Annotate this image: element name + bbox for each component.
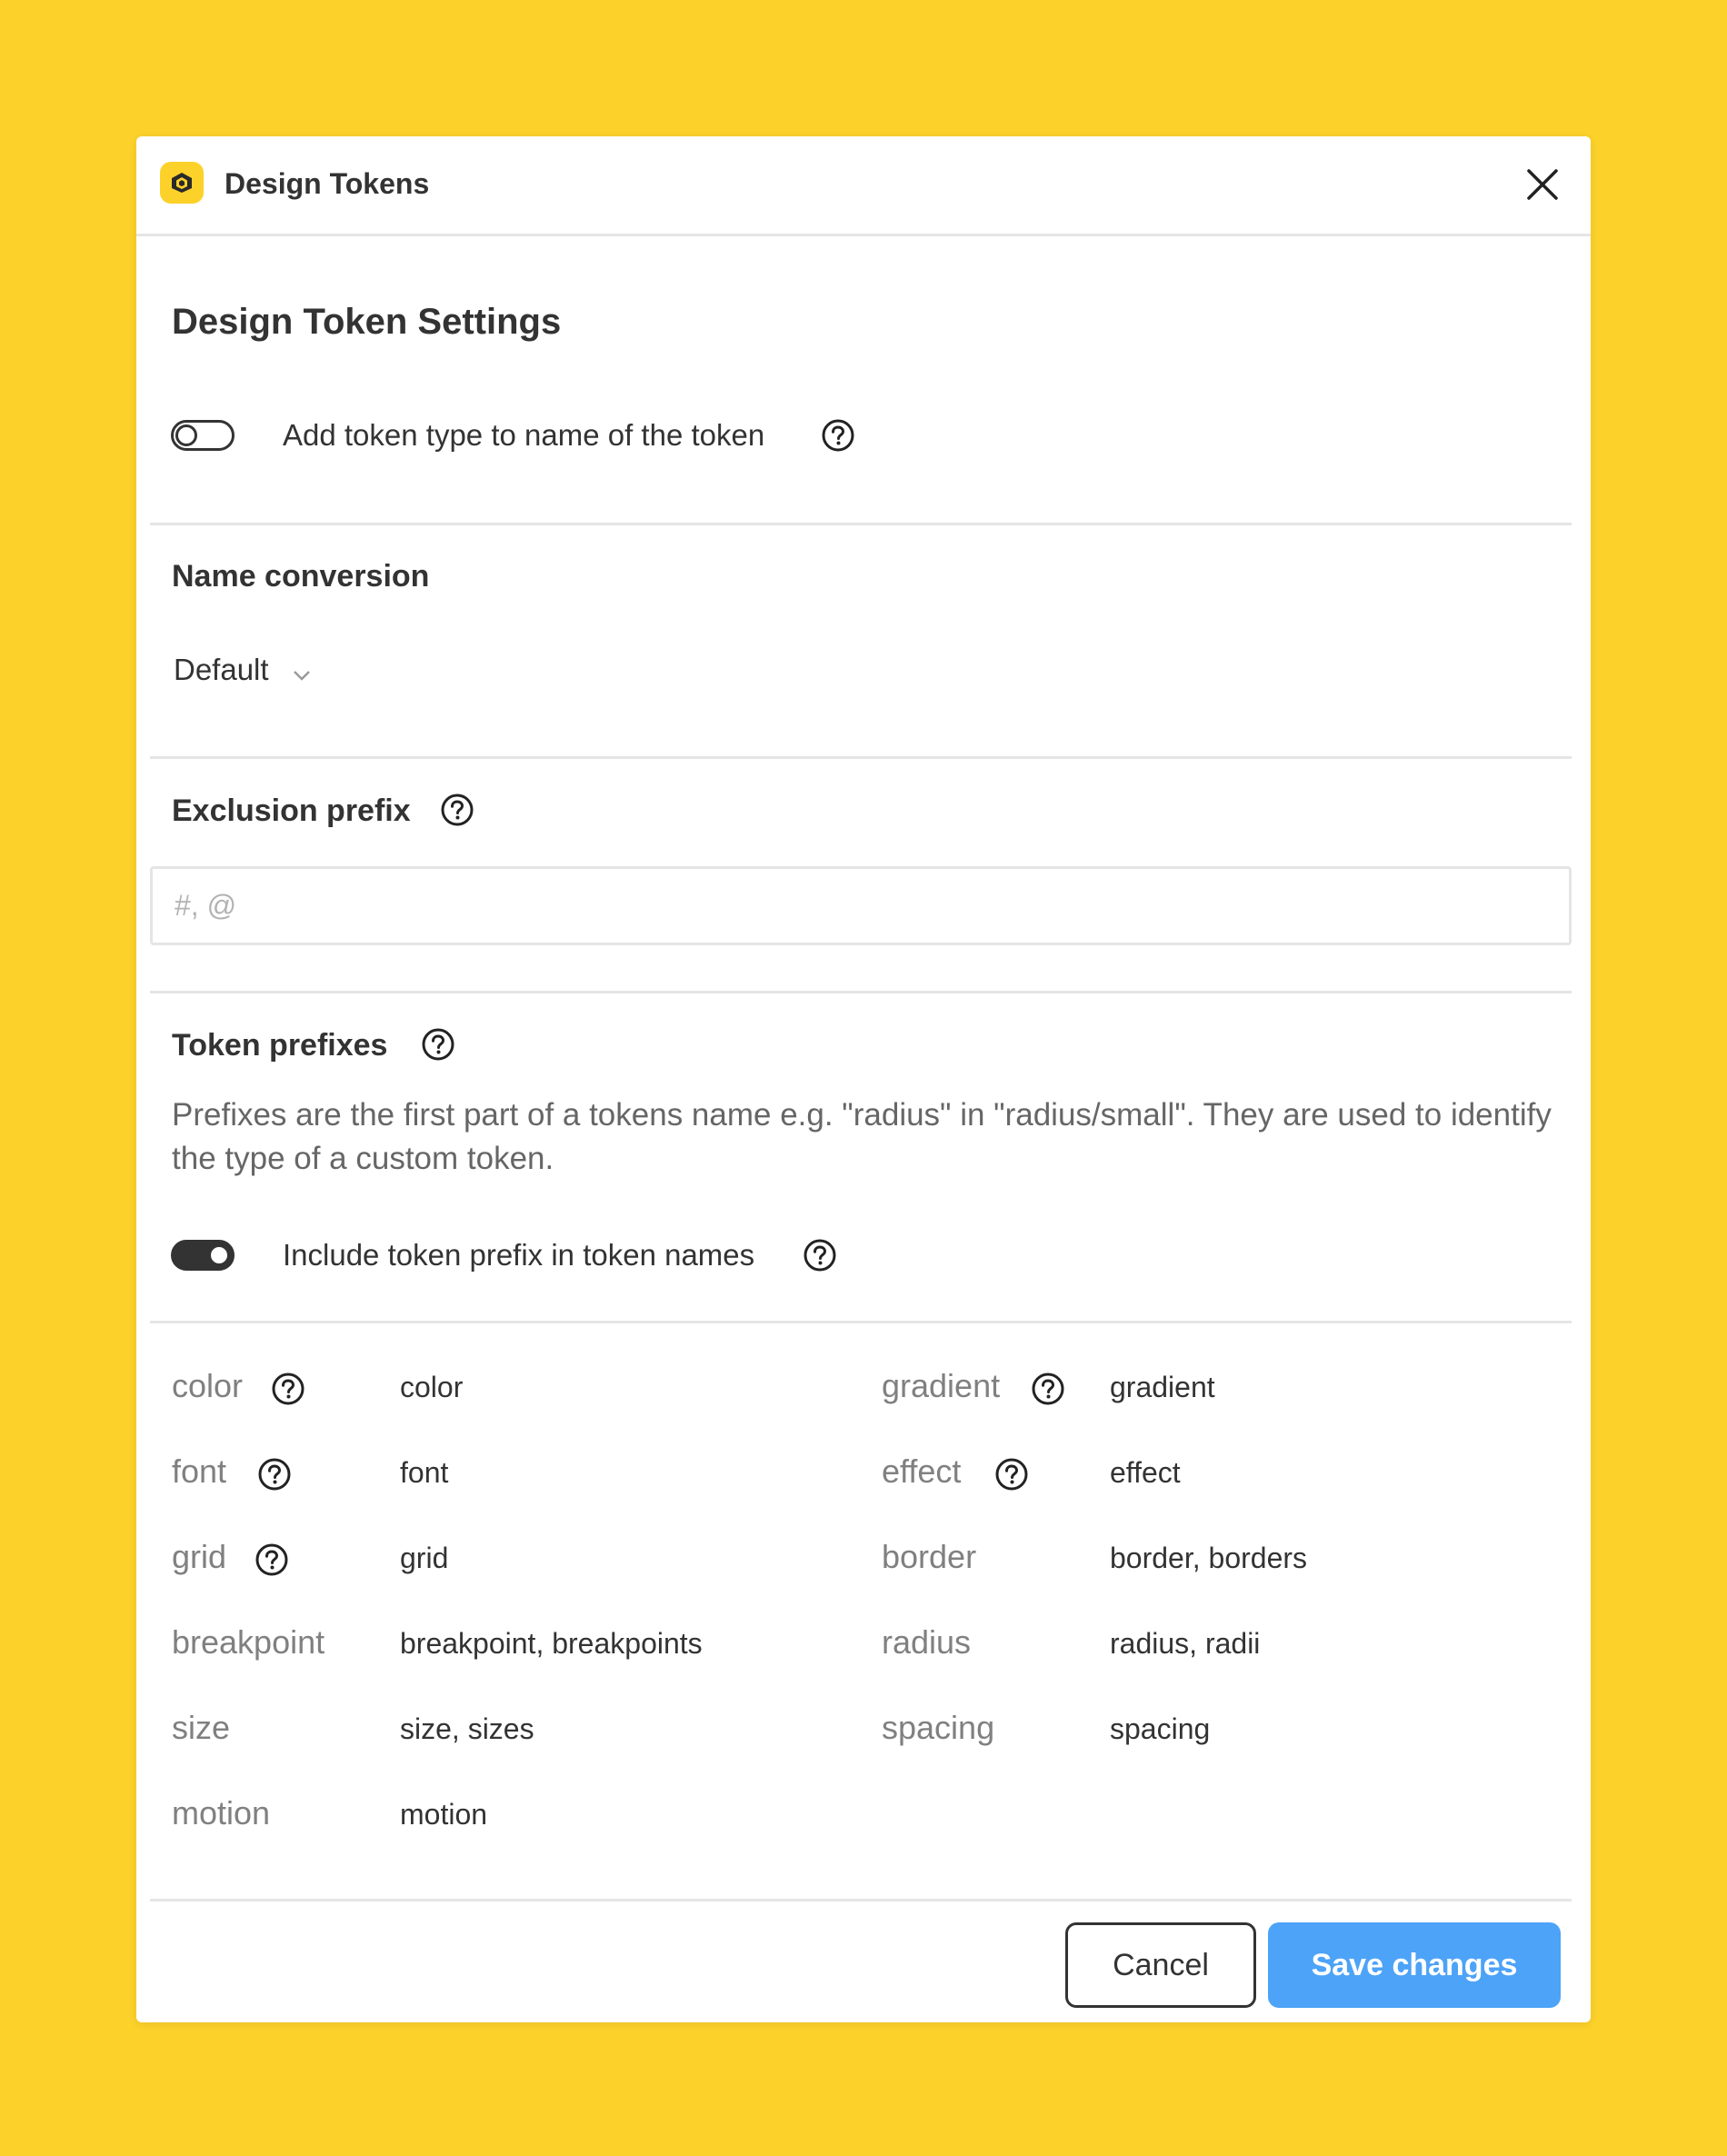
include-prefix-label: Include token prefix in token names <box>283 1238 755 1272</box>
add-token-type-label: Add token type to name of the token <box>283 418 765 452</box>
help-icon[interactable] <box>994 1457 1029 1492</box>
prefix-key-gradient: gradient <box>882 1367 1001 1404</box>
prefix-value-gradient: gradient <box>1110 1371 1215 1403</box>
prefix-key-breakpoint: breakpoint <box>172 1623 325 1661</box>
help-icon[interactable] <box>255 1542 289 1577</box>
prefix-key-color: color <box>172 1367 244 1404</box>
prefix-value-effect: effect <box>1110 1456 1181 1489</box>
add-token-type-toggle[interactable] <box>171 420 235 451</box>
help-icon[interactable] <box>1031 1372 1065 1406</box>
prefix-value-grid: grid <box>400 1542 449 1574</box>
prefix-key-grid: grid <box>172 1538 227 1575</box>
app-title: Design Tokens <box>225 167 430 200</box>
help-icon[interactable] <box>421 1027 455 1062</box>
cancel-button[interactable]: Cancel <box>1065 1922 1256 2008</box>
prefix-value-radius: radius, radii <box>1110 1627 1261 1660</box>
prefix-value-font: font <box>400 1456 449 1489</box>
help-icon[interactable] <box>440 793 474 827</box>
token-prefixes-description: Prefixes are the first part of a tokens … <box>172 1097 1552 1176</box>
prefix-value-size: size, sizes <box>400 1712 534 1745</box>
help-icon[interactable] <box>821 418 855 453</box>
divider <box>150 523 1572 525</box>
name-conversion-dropdown[interactable]: Default <box>174 650 312 690</box>
divider <box>150 1899 1572 1901</box>
settings-heading: Design Token Settings <box>172 302 562 342</box>
prefix-key-font: font <box>172 1452 227 1490</box>
title-bar: Design Tokens <box>136 136 1591 236</box>
prefix-key-size: size <box>172 1709 231 1746</box>
settings-dialog: Design Tokens Design Token Settings Add … <box>136 136 1591 2022</box>
chevron-down-icon <box>292 652 312 692</box>
dropdown-value: Default <box>174 653 269 686</box>
prefix-key-motion: motion <box>172 1794 271 1832</box>
divider <box>150 1321 1572 1323</box>
token-prefixes-heading: Token prefixes <box>172 1028 388 1063</box>
exclusion-prefix-heading: Exclusion prefix <box>172 794 411 828</box>
divider <box>150 991 1572 993</box>
toggle-knob <box>208 1244 230 1266</box>
help-icon[interactable] <box>271 1372 305 1406</box>
help-icon[interactable] <box>803 1238 837 1273</box>
include-prefix-toggle[interactable] <box>171 1240 235 1271</box>
prefix-value-color: color <box>400 1371 464 1403</box>
help-icon[interactable] <box>257 1457 292 1492</box>
prefix-key-effect: effect <box>882 1452 962 1490</box>
prefix-value-border: border, borders <box>1110 1542 1308 1574</box>
prefix-key-radius: radius <box>882 1623 972 1661</box>
close-icon[interactable] <box>1520 162 1565 207</box>
design-tokens-logo-icon <box>160 162 204 204</box>
toggle-knob <box>175 424 197 446</box>
divider <box>150 756 1572 759</box>
prefix-key-spacing: spacing <box>882 1709 995 1746</box>
name-conversion-heading: Name conversion <box>172 559 430 594</box>
exclusion-prefix-input[interactable] <box>150 866 1572 945</box>
prefix-key-border: border <box>882 1538 977 1575</box>
prefix-value-motion: motion <box>400 1798 488 1831</box>
prefix-value-spacing: spacing <box>1110 1712 1211 1745</box>
prefix-value-breakpoint: breakpoint, breakpoints <box>400 1627 703 1660</box>
save-changes-button[interactable]: Save changes <box>1268 1922 1561 2008</box>
